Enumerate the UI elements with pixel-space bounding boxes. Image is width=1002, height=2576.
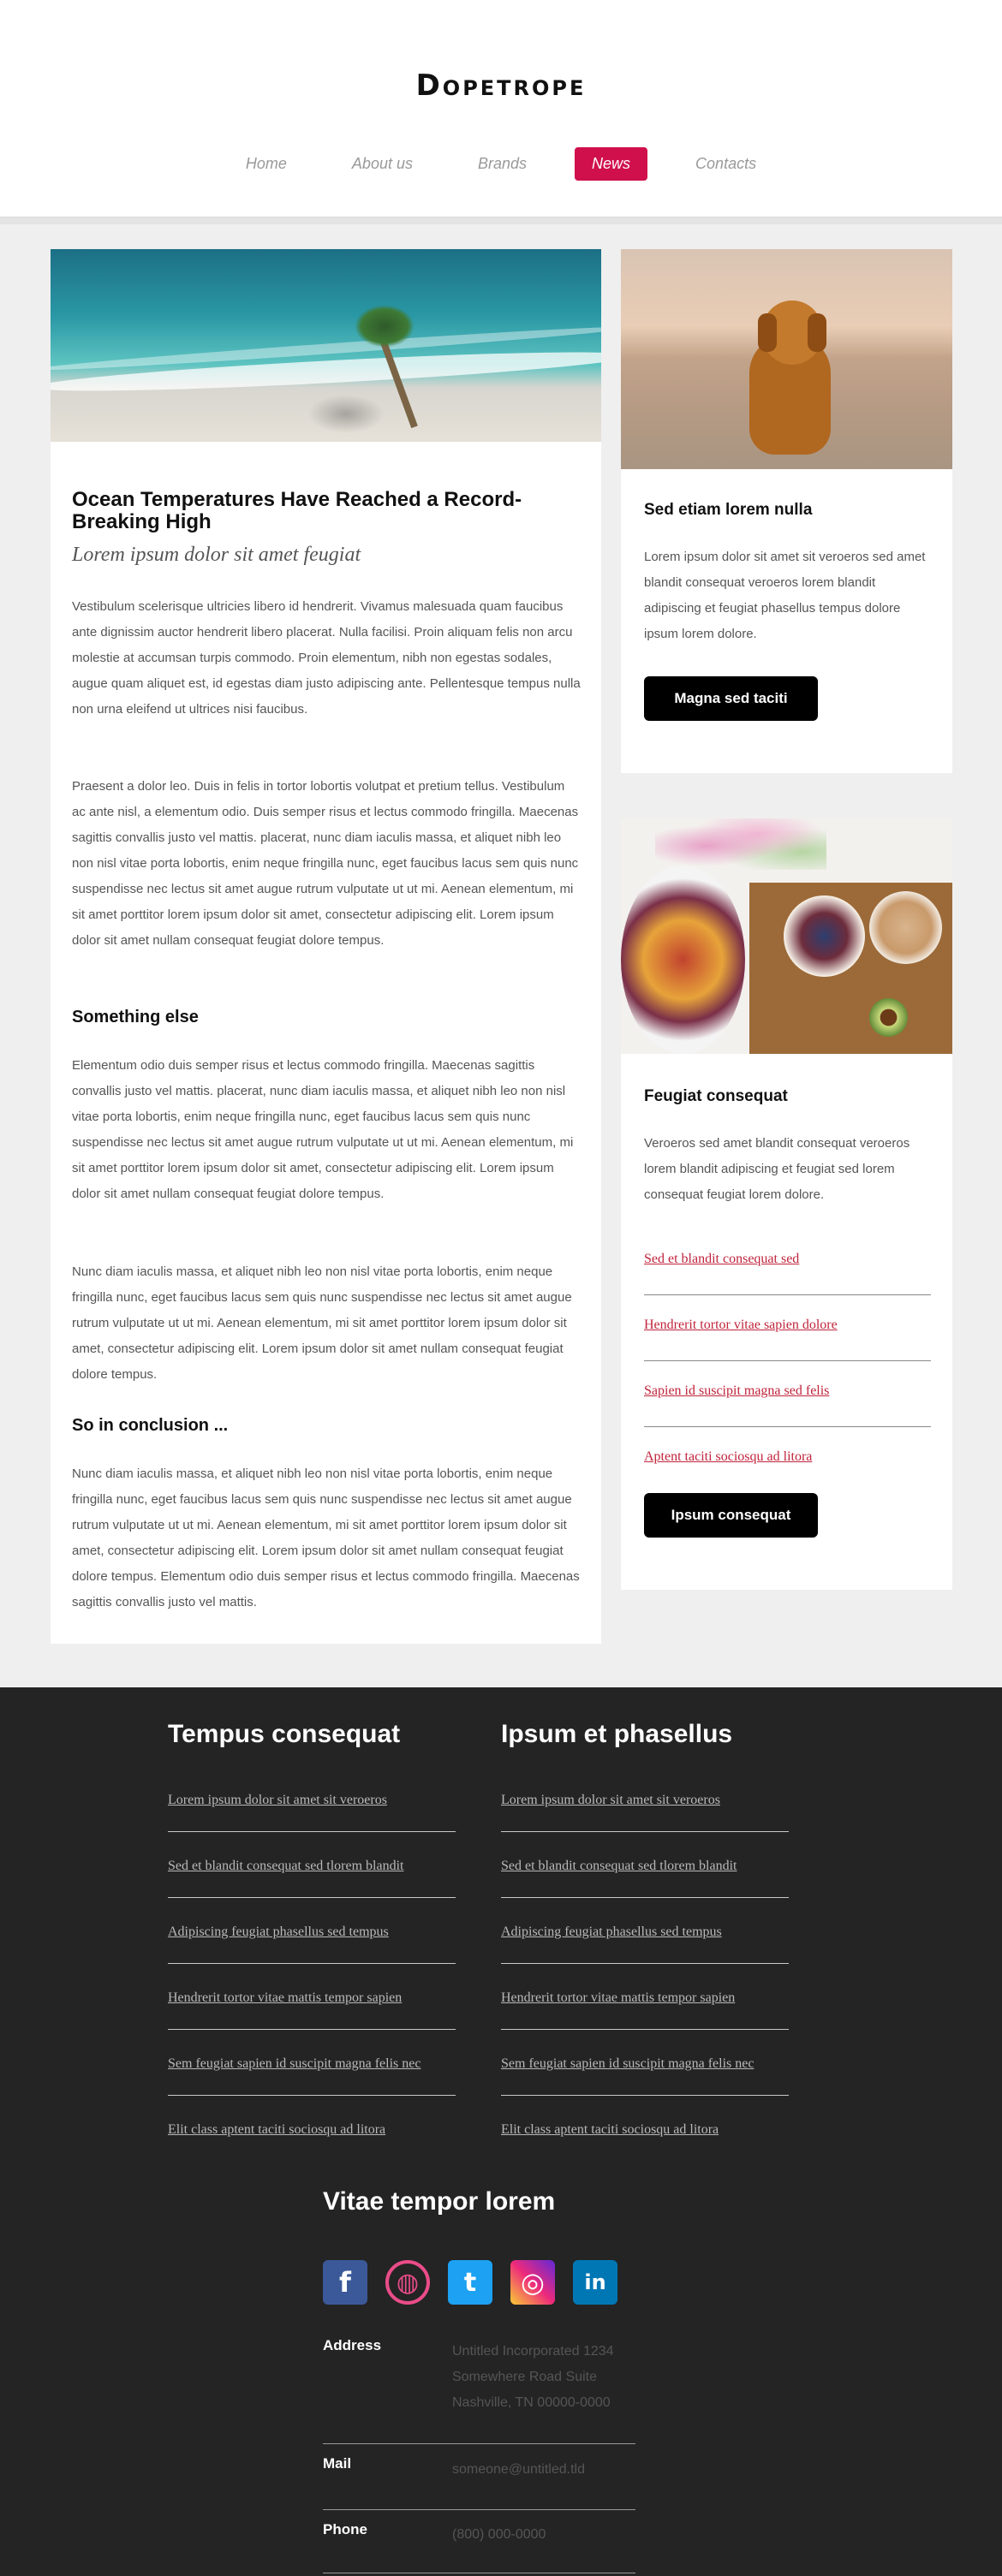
divider [168,1963,456,1964]
footer-link[interactable]: Elit class aptent taciti sociosqu ad lit… [168,2122,456,2138]
sidebar-box-1: Sed etiam lorem nulla Lorem ipsum dolor … [621,249,952,773]
phone-value[interactable]: (800) 000-0000 [452,2522,546,2548]
sidebar-box-title: Sed etiam lorem nulla [644,501,813,519]
divider [168,1831,456,1832]
magna-sed-taciti-button[interactable]: Magna sed taciti [644,676,818,721]
nav-contacts[interactable]: Contacts [678,147,773,181]
footer-link[interactable]: Adipiscing feugiat phasellus sed tempus [501,1925,789,1940]
article-paragraph: Elementum odio duis semper risus et lect… [72,1058,574,1201]
sidebar-box-text: Lorem ipsum dolor sit amet sit veroeros … [644,550,926,641]
nav-brands[interactable]: Brands [461,147,544,181]
divider [644,1426,931,1427]
article-paragraph: Nunc diam iaculis massa, et aliquet nibh… [72,1466,580,1609]
nav-about-us[interactable]: About us [335,147,430,181]
section-heading: So in conclusion ... [72,1416,229,1435]
footer-link[interactable]: Adipiscing feugiat phasellus sed tempus [168,1925,456,1940]
mail-value[interactable]: someone@untitled.tld [452,2457,585,2483]
divider [168,2029,456,2030]
divider [501,2095,789,2096]
divider [644,1294,931,1295]
dribbble-icon[interactable]: ◍ [385,2260,430,2305]
article-title: Ocean Temperatures Have Reached a Record… [72,488,522,533]
footer-link[interactable]: Sem feugiat sapien id suscipit magna fel… [501,2056,789,2072]
footer-link[interactable]: Sed et blandit consequat sed tlorem blan… [501,1859,789,1874]
twitter-icon[interactable]: t [448,2260,492,2305]
address-label: Address [323,2337,382,2353]
footer-link[interactable]: Hendrerit tortor vitae mattis tempor sap… [168,1990,456,2006]
mail-label: Mail [323,2455,352,2472]
footer-link[interactable]: Elit class aptent taciti sociosqu ad lit… [501,2122,789,2138]
sidebar-link[interactable]: Hendrerit tortor vitae sapien dolore [644,1318,931,1333]
instagram-icon[interactable]: ◎ [510,2260,555,2305]
article-card: Ocean Temperatures Have Reached a Record… [51,249,601,1644]
footer-column-title: Tempus consequat [168,1720,401,1748]
divider [501,1963,789,1964]
section-heading: Something else [72,1008,199,1026]
contact-title: Vitae tempor lorem [323,2187,556,2216]
facebook-icon[interactable]: f [323,2260,367,2305]
divider [323,2509,635,2510]
divider [501,1897,789,1898]
sidebar-link[interactable]: Sapien id suscipit magna sed felis [644,1383,931,1399]
ipsum-consequat-button[interactable]: Ipsum consequat [644,1493,818,1538]
breakfast-food-image [621,818,952,1054]
site-logo[interactable]: Dopetrope [0,68,1002,103]
footer-link[interactable]: Sed et blandit consequat sed tlorem blan… [168,1859,456,1874]
sidebar-box-text: Veroeros sed amet blandit consequat vero… [644,1136,910,1202]
phone-label: Phone [323,2521,367,2537]
divider [168,2095,456,2096]
footer-link[interactable]: Sem feugiat sapien id suscipit magna fel… [168,2056,456,2072]
sidebar-box-title: Feugiat consequat [644,1087,788,1105]
main-nav: Home About us Brands News Contacts [0,147,1002,181]
dog-on-beach-image [621,249,952,469]
article-paragraph: Vestibulum scelerisque ultricies libero … [72,599,581,717]
article-paragraph: Nunc diam iaculis massa, et aliquet nibh… [72,1264,572,1382]
ocean-beach-image [51,249,601,442]
divider [501,1831,789,1832]
divider [168,1897,456,1898]
header-divider [0,217,1002,224]
sidebar-link[interactable]: Sed et blandit consequat sed [644,1252,931,1267]
article-subtitle: Lorem ipsum dolor sit amet feugiat [72,544,361,566]
site-header: Dopetrope Home About us Brands News Cont… [0,0,1002,217]
footer-column-title: Ipsum et phasellus [501,1720,733,1748]
footer-link[interactable]: Hendrerit tortor vitae mattis tempor sap… [501,1990,789,2006]
linkedin-icon[interactable]: in [573,2260,617,2305]
footer-link[interactable]: Lorem ipsum dolor sit amet sit veroeros [501,1793,789,1808]
divider [644,1360,931,1361]
nav-news[interactable]: News [575,147,648,181]
sidebar-link[interactable]: Aptent taciti sociosqu ad litora [644,1449,931,1465]
divider [501,2029,789,2030]
sidebar-box-2: Feugiat consequat Veroeros sed amet blan… [621,818,952,1590]
address-value: Untitled Incorporated 1234 Somewhere Roa… [452,2344,614,2410]
divider [323,2443,635,2444]
footer-link[interactable]: Lorem ipsum dolor sit amet sit veroeros [168,1793,456,1808]
article-paragraph: Praesent a dolor leo. Duis in felis in t… [72,779,579,948]
nav-home[interactable]: Home [229,147,304,181]
